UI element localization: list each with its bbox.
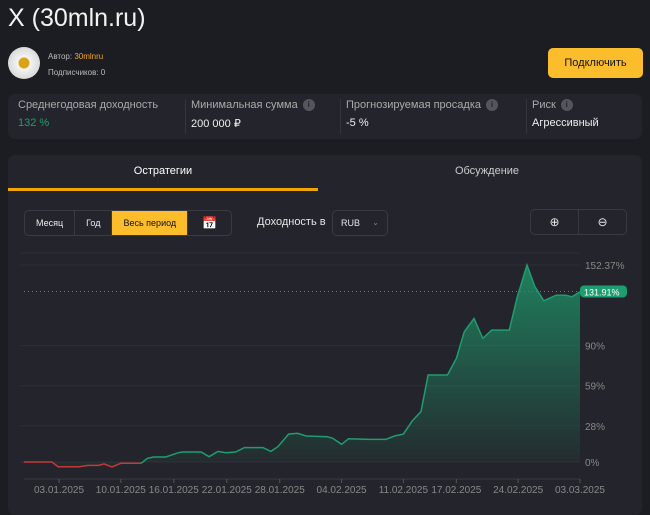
- x-tick-label: 03.03.2025: [555, 485, 605, 496]
- tab-strategies[interactable]: Остратегии: [8, 155, 318, 191]
- yield-in-label: Доходность в: [257, 216, 326, 228]
- connect-button[interactable]: Подключить: [548, 48, 643, 78]
- zoom-controls: ⊕ ⊖: [530, 209, 627, 235]
- x-tick-label: 10.01.2025: [96, 485, 146, 496]
- author-link[interactable]: 30mlnru: [74, 52, 103, 61]
- x-tick-label: 04.02.2025: [317, 485, 367, 496]
- stat-drawdown: Прогнозируемая просадка i -5 %: [346, 94, 498, 139]
- subscribers-count: Подписчиков: 0: [48, 68, 106, 77]
- y-tick-label: 28%: [585, 422, 605, 433]
- chevron-down-icon: ⌄: [372, 218, 379, 227]
- y-tick-label: 90%: [585, 342, 605, 353]
- x-tick-label: 28.01.2025: [255, 485, 305, 496]
- period-all[interactable]: Весь период: [112, 211, 189, 235]
- y-tick-label: 59%: [585, 382, 605, 393]
- zoom-in-icon[interactable]: ⊕: [531, 210, 579, 234]
- x-tick-label: 17.02.2025: [431, 485, 481, 496]
- stat-min-sum: Минимальная сумма i 200 000 ₽: [191, 94, 315, 139]
- yield-chart: 0% 28% 59% 90% 152.37% 03.01.2025 10.01.2025 16…: [20, 252, 627, 496]
- zoom-out-icon[interactable]: ⊖: [579, 210, 626, 234]
- period-month[interactable]: Месяц: [25, 211, 76, 235]
- y-tick-label: 0%: [585, 458, 600, 469]
- author-info: Автор: 30mlnru: [48, 52, 104, 61]
- stat-annual-yield: Среднегодовая доходность 132 %: [18, 99, 159, 129]
- period-year[interactable]: Год: [75, 211, 113, 235]
- avatar: [8, 47, 40, 79]
- info-icon[interactable]: i: [302, 99, 315, 111]
- x-tick-label: 24.02.2025: [493, 485, 543, 496]
- page-title: X (30mln.ru): [8, 4, 146, 32]
- stats-panel: Среднегодовая доходность 132 % Минимальна…: [8, 94, 642, 139]
- x-tick-label: 03.01.2025: [34, 485, 84, 496]
- currency-select[interactable]: RUB ⌄: [332, 210, 388, 236]
- calendar-icon[interactable]: 📅: [188, 211, 231, 235]
- x-tick-label: 11.02.2025: [379, 485, 429, 496]
- y-tick-label: 152.37%: [585, 261, 625, 272]
- info-icon[interactable]: i: [560, 99, 573, 111]
- period-selector: Месяц Год Весь период 📅: [24, 210, 233, 236]
- current-value-label: 131.91%: [584, 287, 620, 297]
- stat-risk: Риск i Агрессивный: [532, 99, 599, 129]
- info-icon[interactable]: i: [486, 99, 498, 111]
- tab-discussion[interactable]: Обсуждение: [332, 155, 642, 191]
- area-fill: [23, 265, 581, 467]
- x-tick-label: 16.01.2025: [149, 485, 199, 496]
- x-tick-label: 22.01.2025: [202, 485, 252, 496]
